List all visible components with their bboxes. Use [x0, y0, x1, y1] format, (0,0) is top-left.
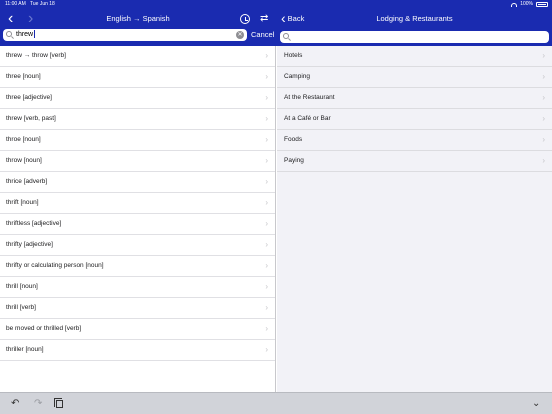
result-label: thrice [adverb]: [6, 178, 48, 185]
category-row[interactable]: At the Restaurant ›: [277, 88, 552, 109]
language-pair-title[interactable]: English → Spanish: [0, 9, 276, 28]
clear-icon[interactable]: ✕: [236, 31, 244, 39]
battery-percent: 100%: [520, 1, 533, 7]
result-row[interactable]: threw → throw [verb] ›: [0, 46, 275, 67]
chevron-right-icon: ›: [265, 156, 268, 165]
result-label: thrill [verb]: [6, 304, 36, 311]
result-row[interactable]: thrift [noun] ›: [0, 193, 275, 214]
category-label: At a Café or Bar: [284, 115, 331, 122]
result-row[interactable]: thrill [noun] ›: [0, 277, 275, 298]
result-label: thrift [noun]: [6, 199, 39, 206]
redo-icon[interactable]: ↷: [34, 393, 42, 414]
detail-nav-bar: ‹ Back Lodging & Restaurants: [277, 9, 552, 28]
chevron-right-icon: ›: [542, 135, 545, 144]
category-search-input[interactable]: [280, 31, 549, 43]
status-bar: 11:00 AM Tue Jun 18 100%: [0, 0, 552, 9]
chevron-down-icon[interactable]: ⌄: [532, 393, 540, 414]
category-label: Camping: [284, 73, 311, 80]
chevron-right-icon: ›: [542, 93, 545, 102]
undo-icon[interactable]: ↶: [11, 393, 19, 414]
category-row[interactable]: Camping ›: [277, 67, 552, 88]
chevron-right-icon: ›: [265, 114, 268, 123]
result-label: throw [noun]: [6, 157, 42, 164]
result-label: threw [verb, past]: [6, 115, 56, 122]
result-row[interactable]: thrice [adverb] ›: [0, 172, 275, 193]
chevron-right-icon: ›: [265, 345, 268, 354]
category-row[interactable]: Foods ›: [277, 130, 552, 151]
result-row[interactable]: throe [noun] ›: [0, 130, 275, 151]
chevron-right-icon: ›: [542, 51, 545, 60]
chevron-right-icon: ›: [265, 177, 268, 186]
result-label: thriller [noun]: [6, 346, 44, 353]
result-row[interactable]: thriller [noun] ›: [0, 340, 275, 361]
categories-container: Hotels › Camping › At the Restaurant › At a Ca…: [277, 46, 552, 172]
result-row[interactable]: three [adjective] ›: [0, 88, 275, 109]
search-text: threw: [16, 31, 34, 38]
clock-icon[interactable]: [240, 14, 250, 24]
chevron-right-icon: ›: [265, 93, 268, 102]
category-label: Paying: [284, 157, 304, 164]
chevron-right-icon: ›: [265, 324, 268, 333]
result-row[interactable]: throw [noun] ›: [0, 151, 275, 172]
result-label: be moved or thrilled [verb]: [6, 325, 82, 332]
chevron-right-icon: ›: [542, 114, 545, 123]
search-icon: [6, 31, 12, 37]
result-label: throe [noun]: [6, 136, 41, 143]
category-label: Foods: [284, 136, 303, 143]
chevron-right-icon: ›: [542, 72, 545, 81]
result-label: thriftless [adjective]: [6, 220, 62, 227]
cancel-button[interactable]: Cancel: [251, 29, 274, 41]
keyboard-toolbar: ↶ ↷ ⌄: [0, 392, 552, 414]
category-row[interactable]: Paying ›: [277, 151, 552, 172]
search-value[interactable]: threw: [16, 29, 36, 41]
search-input[interactable]: threw ✕: [3, 29, 247, 41]
detail-title: Lodging & Restaurants: [376, 14, 453, 23]
chevron-right-icon: ›: [265, 51, 268, 60]
chevron-right-icon: ›: [265, 198, 268, 207]
result-row[interactable]: thrifty [adjective] ›: [0, 235, 275, 256]
category-label: Hotels: [284, 52, 303, 59]
result-label: threw → throw [verb]: [6, 52, 66, 59]
category-row[interactable]: Hotels ›: [277, 46, 552, 67]
result-label: three [noun]: [6, 73, 41, 80]
chevron-right-icon: ›: [542, 156, 545, 165]
dictionary-nav-bar: ‹ › English → Spanish ⇄: [0, 9, 276, 28]
result-row[interactable]: thrill [verb] ›: [0, 298, 275, 319]
swap-arrows-icon[interactable]: ⇄: [260, 12, 268, 25]
result-row[interactable]: three [noun] ›: [0, 67, 275, 88]
result-label: thrifty [adjective]: [6, 241, 53, 248]
result-row[interactable]: thrifty or calculating person [noun] ›: [0, 256, 275, 277]
app-header: 11:00 AM Tue Jun 18 100% ‹ › English → S…: [0, 0, 552, 46]
result-row[interactable]: be moved or thrilled [verb] ›: [0, 319, 275, 340]
copy-icon[interactable]: [54, 398, 63, 408]
result-row[interactable]: thriftless [adjective] ›: [0, 214, 275, 235]
text-cursor: [34, 30, 36, 39]
category-row[interactable]: At a Café or Bar ›: [277, 109, 552, 130]
status-date: Tue Jun 18: [30, 1, 55, 7]
chevron-right-icon: ›: [265, 303, 268, 312]
chevron-right-icon: ›: [265, 135, 268, 144]
chevron-right-icon: ›: [265, 261, 268, 270]
result-row[interactable]: threw [verb, past] ›: [0, 109, 275, 130]
result-label: thrifty or calculating person [noun]: [6, 262, 104, 269]
chevron-right-icon: ›: [265, 72, 268, 81]
wifi-icon: [511, 2, 518, 7]
result-label: thrill [noun]: [6, 283, 38, 290]
chevron-right-icon: ›: [265, 219, 268, 228]
results-list[interactable]: threw → throw [verb] › three [noun] › three …: [0, 46, 276, 392]
status-indicators: 100%: [511, 0, 548, 9]
chevron-right-icon: ›: [265, 282, 268, 291]
chevron-right-icon: ›: [265, 240, 268, 249]
category-list[interactable]: Hotels › Camping › At the Restaurant › At a Ca…: [277, 46, 552, 392]
search-icon: [283, 33, 289, 39]
category-label: At the Restaurant: [284, 94, 335, 101]
result-label: three [adjective]: [6, 94, 52, 101]
results-container: threw → throw [verb] › three [noun] › three …: [0, 46, 275, 361]
status-time: 11:00 AM: [5, 1, 26, 7]
battery-icon: [536, 2, 548, 7]
